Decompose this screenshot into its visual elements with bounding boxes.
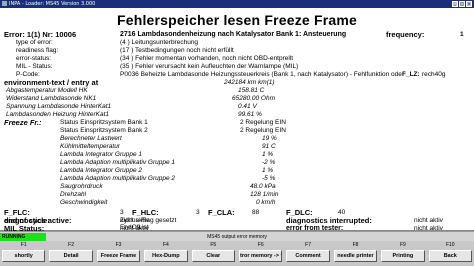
fkey-number: F9: [399, 242, 406, 248]
flc-value: 3: [120, 209, 124, 216]
fkey-number: F6: [257, 242, 264, 248]
freeze-row-value: 128 1/min: [250, 191, 279, 198]
flz-value: rech40g: [422, 71, 446, 78]
diagnostics-active-value: nicht aktiv: [120, 217, 149, 224]
freeze-row-value: 1 %: [262, 151, 274, 158]
fkey-f4: F4 Hex-Dump: [142, 241, 189, 266]
fkey-f6: F6 tror memory -> fi: [237, 241, 284, 266]
freeze-row-label: Berechneter Lastwert: [60, 135, 122, 142]
freeze-row-label: Lambda Adaption multiplikativ Gruppe 2: [60, 175, 176, 182]
fkey-number: F1: [20, 242, 27, 248]
window-titlebar: INPA - Loader: MS45 Version 3.000 _ □ x: [0, 0, 474, 8]
env-row-value: 0.41 V: [238, 103, 257, 110]
freeze-row-value: 48.0 kPa: [250, 183, 276, 190]
freeze-frame-label: Freeze Fr.:: [4, 118, 42, 127]
fkey-number: F7: [305, 242, 311, 248]
error-from-tester-value: nicht aktiv: [414, 225, 443, 232]
freeze-row-value: 19 %: [262, 135, 277, 142]
env-row-label: Spannung Lambdasonde HinterKat1: [6, 103, 112, 110]
diagnostics-interrupted-value: nicht aktiv: [414, 217, 443, 224]
fkey-f3: F3 Freeze Frame: [95, 241, 142, 266]
needle-printer-button[interactable]: needle printer: [333, 250, 378, 262]
page-title: Fehlerspeicher lesen Freeze Frame: [116, 12, 358, 28]
back-button[interactable]: Back: [428, 250, 472, 262]
freeze-row-value: -2 %: [262, 159, 276, 166]
fkey-number: F3: [115, 242, 122, 248]
freeze-row-label: Lambda Integrator Gruppe 1: [60, 151, 143, 158]
fkey-number: F10: [445, 242, 455, 248]
readiness-value: (17 ) Testbedingungen noch nicht erfüllt: [120, 47, 234, 54]
env-row-value: 242184 km km(1): [224, 79, 275, 86]
clear-button[interactable]: Clear: [191, 250, 235, 262]
freeze-row-label: Lambda Adaption multiplikativ Gruppe 1: [60, 159, 176, 166]
fkey-number: F8: [352, 242, 359, 248]
window-title: INPA - Loader: MS45 Version 3.000: [9, 1, 96, 7]
mil-status-value: (35 ) Fehler verursacht kein Aufleuchten…: [120, 63, 299, 70]
function-key-bar: F1 shortly F2 Detail F3 Freeze Frame F4 …: [0, 241, 474, 266]
flz-label: F_LZ:: [402, 71, 420, 78]
env-row-value: 99.61 %: [238, 111, 262, 118]
freeze-row-label: Status Einspritzsystem Bank 2: [60, 127, 148, 134]
env-row-value: 65280.00 Ohm: [232, 95, 276, 102]
mil-status-label: MIL - Status:: [16, 63, 53, 70]
freeze-row-value: -5 %: [262, 175, 276, 182]
environment-header: environment-text / entry at: [4, 78, 99, 87]
status-bar: RUNNING MS45 output error memory: [0, 231, 474, 241]
frequency-label: frequency:: [386, 30, 425, 39]
env-row-label: Abgastemperatur Modell HK: [6, 87, 88, 94]
fkey-f1: F1 shortly: [0, 241, 47, 266]
maximize-icon[interactable]: □: [459, 1, 465, 7]
error-type-label: type of error:: [16, 39, 53, 46]
fhlc-label: F_HLC:: [132, 208, 159, 217]
error-type-value: (4 ) Leitungsunterbrechung: [120, 39, 199, 46]
fkey-f10: F10 Back: [427, 241, 474, 266]
env-row-label: Widerstand Lambdasonde NK1: [6, 95, 97, 102]
error-from-tester-label: error from tester:: [286, 225, 344, 232]
freeze-row-value: 1 %: [262, 167, 274, 174]
fkey-number: F5: [210, 242, 217, 248]
error-number: Error: 1(1) Nr: 10006: [4, 30, 77, 39]
freeze-row-label: Saugrohrdruck: [60, 183, 103, 190]
fkey-f9: F9 Printing: [379, 241, 426, 266]
frequency-value: 1: [460, 31, 464, 38]
fkey-f7: F7 Comment: [284, 241, 331, 266]
p-code-value: P0036 Beheizte Lambdasonde Heizungssteue…: [120, 71, 402, 78]
app-icon: [2, 1, 7, 6]
fcla-value: 88: [252, 209, 260, 216]
freeze-row-value: 2 Regelung EIN: [240, 127, 286, 134]
diagnostics-interrupted-label: diagnostics interrupted:: [286, 216, 372, 225]
detail-button[interactable]: Detail: [49, 250, 93, 262]
error-status-value: (34 ) Fehler momentan vorhanden, noch ni…: [120, 55, 294, 62]
comment-button[interactable]: Comment: [286, 250, 330, 262]
error-status-label: error-status:: [16, 55, 52, 62]
freeze-row-label: Lambda Integrator Gruppe 2: [60, 167, 143, 174]
env-row-value: 158.81 C: [238, 87, 265, 94]
fkey-f5: F5 Clear: [190, 241, 237, 266]
freeze-row-label: Status Einspritzsystem Bank 1: [60, 119, 148, 126]
shortly-button[interactable]: shortly: [2, 250, 46, 262]
error-description: 2716 Lambdasondenheizung nach Katalysato…: [120, 31, 347, 38]
fkey-number: F4: [162, 242, 169, 248]
freeze-row-value: 0 km/h: [256, 199, 276, 206]
fkey-number: F2: [68, 242, 74, 248]
printing-button[interactable]: Printing: [381, 250, 425, 262]
freeze-row-value: 91 C: [262, 143, 276, 150]
fkey-f2: F2 Detail: [47, 241, 94, 266]
close-icon[interactable]: x: [466, 1, 472, 7]
freeze-row-label: Kühlmitteltemperatur: [60, 143, 120, 150]
freeze-row-value: 2 Regelung EIN: [240, 119, 286, 126]
fhlc-value: 3: [196, 209, 200, 216]
readiness-label: readiness flag:: [16, 47, 59, 54]
freeze-frame-button[interactable]: Freeze Frame: [96, 250, 141, 262]
fkey-f8: F8 needle printer: [332, 241, 379, 266]
freeze-row-label: Drehzahl: [60, 191, 87, 198]
fcla-label: F_CLA:: [208, 208, 235, 217]
freeze-row-label: Geschwindigkeit: [60, 199, 108, 206]
main-panel: Fehlerspeicher lesen Freeze Frame Error:…: [0, 8, 474, 231]
window-controls: _ □ x: [452, 1, 472, 7]
minimize-icon[interactable]: _: [452, 1, 458, 7]
hex-dump-button[interactable]: Hex-Dump: [144, 250, 188, 262]
error-memory-to-file-button[interactable]: tror memory -> fi: [239, 250, 283, 262]
